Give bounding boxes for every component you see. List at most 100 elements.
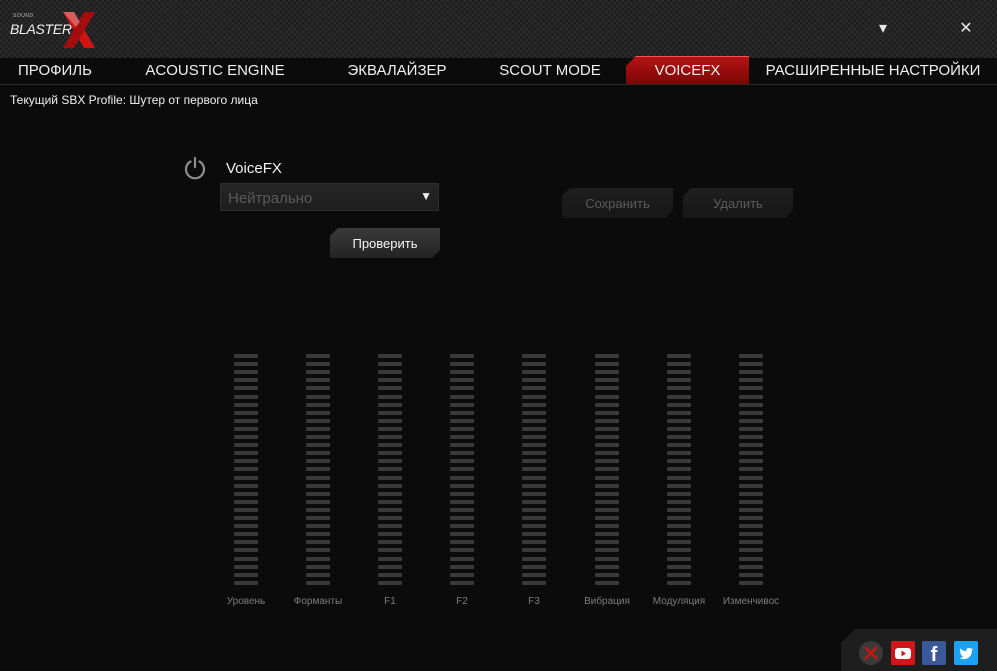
slider-segment bbox=[450, 402, 474, 407]
test-button[interactable]: Проверить bbox=[330, 228, 440, 258]
tab-profile[interactable]: ПРОФИЛЬ bbox=[8, 56, 102, 84]
slider-segment bbox=[234, 556, 258, 561]
slider-segment bbox=[595, 394, 619, 399]
minimize-button[interactable]: ▾ bbox=[872, 18, 894, 40]
slider-segment bbox=[522, 580, 546, 585]
slider-segment bbox=[306, 410, 330, 415]
tab-advanced-settings[interactable]: РАСШИРЕННЫЕ НАСТРОЙКИ bbox=[757, 56, 989, 84]
slider-segment bbox=[595, 524, 619, 529]
slider-segment bbox=[306, 370, 330, 375]
tab-scout-mode[interactable]: SCOUT MODE bbox=[490, 56, 610, 84]
slider-variability[interactable] bbox=[739, 354, 763, 590]
slider-segment bbox=[739, 532, 763, 537]
slider-segment bbox=[739, 491, 763, 496]
slider-segment bbox=[595, 459, 619, 464]
slider-vibration[interactable] bbox=[595, 354, 619, 590]
delete-button[interactable]: Удалить bbox=[683, 188, 793, 218]
slider-segment bbox=[234, 386, 258, 391]
slider-segment bbox=[234, 370, 258, 375]
tab-acoustic-engine[interactable]: ACOUSTIC ENGINE bbox=[138, 56, 292, 84]
slider-segment bbox=[739, 580, 763, 585]
slider-segment bbox=[378, 451, 402, 456]
slider-segment bbox=[522, 540, 546, 545]
slider-segment bbox=[522, 516, 546, 520]
slider-segment bbox=[667, 451, 691, 456]
slider-segment bbox=[450, 418, 474, 423]
slider-segment bbox=[234, 524, 258, 529]
slider-segment bbox=[595, 370, 619, 375]
slider-segment bbox=[378, 386, 402, 391]
slider-segment bbox=[378, 540, 402, 545]
slider-segment bbox=[306, 435, 330, 439]
slider-segment bbox=[234, 467, 258, 472]
slider-segment bbox=[739, 499, 763, 504]
slider-segment bbox=[667, 564, 691, 569]
slider-segment bbox=[234, 483, 258, 488]
slider-segment bbox=[450, 386, 474, 391]
slider-segment bbox=[667, 483, 691, 488]
save-button[interactable]: Сохранить bbox=[562, 188, 673, 218]
slider-segment bbox=[595, 443, 619, 448]
slider-segment bbox=[378, 524, 402, 529]
slider-segment bbox=[378, 475, 402, 480]
slider-segment bbox=[306, 459, 330, 464]
slider-f3[interactable] bbox=[522, 354, 546, 590]
slider-segment bbox=[739, 483, 763, 488]
dropdown-arrow-icon: ▼ bbox=[420, 189, 432, 203]
slider-segment bbox=[595, 491, 619, 496]
slider-segment bbox=[234, 443, 258, 448]
slider-segment bbox=[739, 402, 763, 407]
slider-segment bbox=[595, 572, 619, 577]
slider-segment bbox=[595, 532, 619, 537]
facebook-icon[interactable]: f bbox=[922, 641, 946, 666]
slider-segment bbox=[234, 410, 258, 415]
slider-level[interactable] bbox=[234, 354, 258, 590]
slider-segment bbox=[378, 402, 402, 407]
twitter-icon[interactable] bbox=[954, 641, 978, 665]
slider-segment bbox=[522, 548, 546, 553]
slider-segment bbox=[595, 483, 619, 488]
slider-modulation[interactable] bbox=[667, 354, 691, 590]
close-button[interactable]: ✕ bbox=[955, 18, 977, 40]
slider-segment bbox=[306, 548, 330, 553]
slider-f2[interactable] bbox=[450, 354, 474, 590]
tab-equalizer[interactable]: ЭКВАЛАЙЗЕР bbox=[338, 56, 456, 84]
slider-segment bbox=[595, 354, 619, 358]
slider-segment bbox=[378, 443, 402, 448]
slider-segment bbox=[234, 362, 258, 367]
slider-segment bbox=[522, 418, 546, 423]
slider-segment bbox=[378, 532, 402, 537]
slider-segment bbox=[234, 548, 258, 553]
slider-segment bbox=[522, 475, 546, 480]
slider-segment bbox=[667, 540, 691, 545]
slider-segment bbox=[234, 491, 258, 496]
slider-segment bbox=[234, 402, 258, 407]
slider-f1[interactable] bbox=[378, 354, 402, 590]
slider-segment bbox=[450, 467, 474, 472]
slider-segment bbox=[306, 516, 330, 520]
slider-segment bbox=[450, 499, 474, 504]
close-icon: ✕ bbox=[959, 20, 973, 37]
slider-segment bbox=[306, 564, 330, 569]
tab-voicefx[interactable]: VOICEFX bbox=[626, 56, 749, 84]
slider-segment bbox=[667, 394, 691, 399]
voicefx-preset-dropdown[interactable]: Нейтрально ▼ bbox=[220, 183, 439, 211]
slider-label: Изменчивос bbox=[722, 596, 780, 607]
slider-segment bbox=[378, 499, 402, 504]
slider-segment bbox=[595, 378, 619, 383]
slider-segment bbox=[450, 540, 474, 545]
slider-segment bbox=[306, 402, 330, 407]
slider-segment bbox=[595, 426, 619, 431]
disabled-icon[interactable] bbox=[859, 641, 883, 665]
slider-formants[interactable] bbox=[306, 354, 330, 590]
slider-segment bbox=[739, 451, 763, 456]
youtube-icon[interactable] bbox=[891, 641, 915, 665]
slider-segment bbox=[306, 532, 330, 537]
slider-segment bbox=[739, 516, 763, 520]
voicefx-power-toggle[interactable] bbox=[183, 156, 207, 180]
slider-segment bbox=[450, 362, 474, 367]
save-button-label: Сохранить bbox=[585, 196, 650, 211]
slider-segment bbox=[522, 572, 546, 577]
slider-segment bbox=[450, 532, 474, 537]
title-bar: SOUND BLASTER ▾ ✕ bbox=[0, 0, 997, 58]
